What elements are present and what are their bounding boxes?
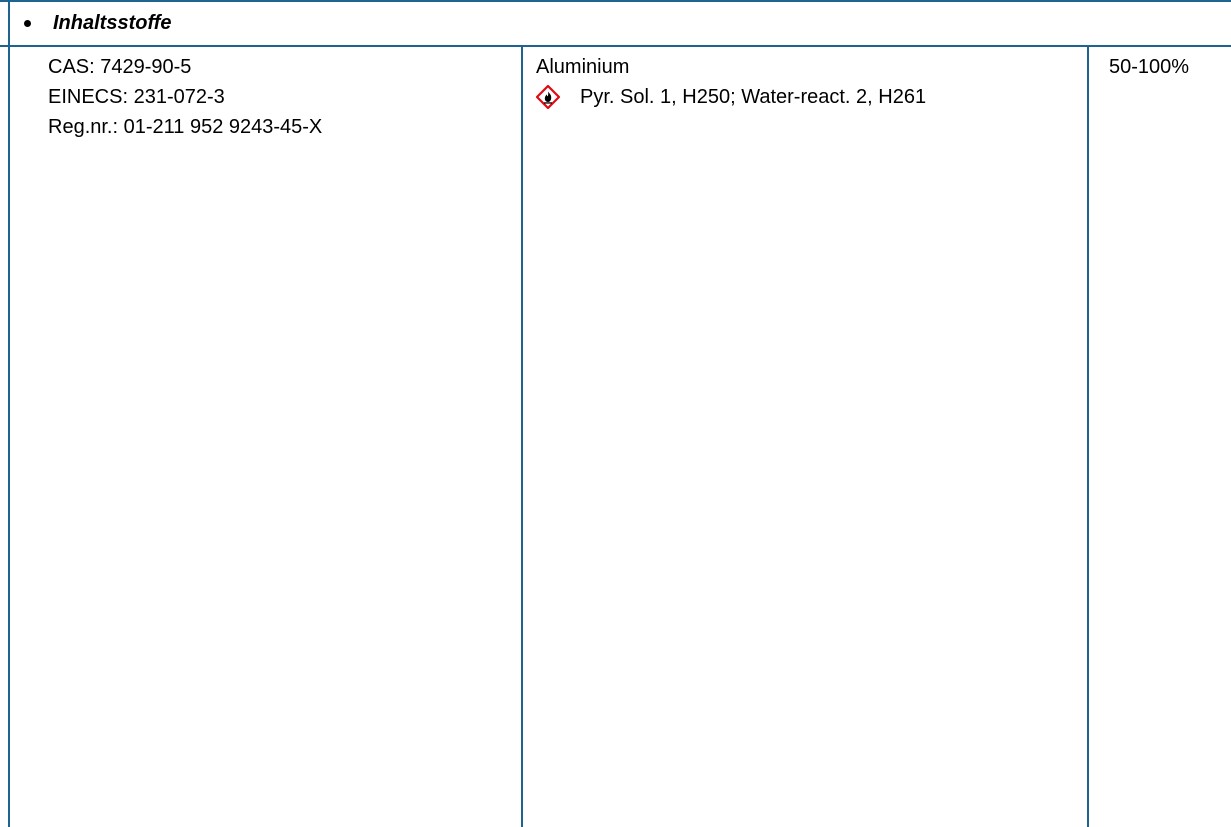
section-heading-text: Inhaltsstoffe	[53, 11, 172, 34]
hazard-classification-text: Pyr. Sol. 1, H250; Water-react. 2, H261	[580, 86, 927, 108]
hazard-classification-row: Pyr. Sol. 1, H250; Water-react. 2, H261	[535, 82, 927, 112]
cas-number: CAS: 7429-90-5	[48, 56, 192, 78]
registration-number: Reg.nr.: 01-211 952 9243-45-X	[48, 116, 323, 138]
substance-name: Aluminium	[536, 56, 630, 78]
table-left-border	[8, 0, 10, 827]
column-divider-2	[1087, 46, 1089, 827]
section-heading: Inhaltsstoffe	[22, 10, 172, 36]
column-divider-1	[521, 46, 523, 827]
ingredients-table: Inhaltsstoffe CAS: 7429-90-5 EINECS: 231…	[0, 0, 1231, 827]
concentration-value: 50-100%	[1109, 56, 1190, 78]
table-header-divider	[0, 45, 1231, 47]
identifiers-cell: CAS: 7429-90-5 EINECS: 231-072-3 Reg.nr.…	[48, 52, 322, 142]
concentration-cell: 50-100%	[1109, 52, 1189, 82]
table-top-border	[0, 0, 1231, 2]
bullet-icon	[24, 19, 31, 27]
einecs-number: EINECS: 231-072-3	[48, 86, 225, 108]
ghs-flame-icon	[535, 84, 561, 110]
substance-cell: Aluminium Pyr. Sol. 1, H250; Water-react…	[535, 52, 927, 112]
